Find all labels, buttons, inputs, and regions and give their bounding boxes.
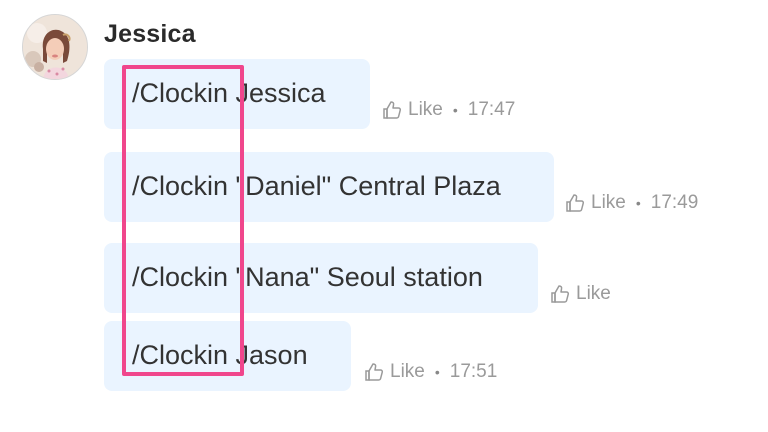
thumbs-up-icon [566,194,585,212]
message-meta: Like • 17:51 [364,361,497,383]
like-label: Like [390,361,425,382]
thumbs-up-icon [551,285,570,303]
like-button[interactable]: Like [565,192,636,214]
message-time: 17:47 [467,99,516,120]
message-meta: Like • 17:49 [565,192,698,214]
sender-avatar[interactable] [22,14,88,80]
command-highlight-box [122,65,244,376]
meta-separator: • [635,195,641,211]
thumbs-up-icon [365,363,384,381]
like-button[interactable]: Like [382,99,453,121]
message-meta: Like • 17:47 [382,99,515,121]
like-button[interactable]: Like [550,283,621,305]
like-label: Like [408,99,443,120]
message-time: 17:49 [650,192,699,213]
like-label: Like [591,192,626,213]
message-time: 17:51 [449,361,498,382]
sender-name: Jessica [104,20,196,48]
like-label: Like [576,283,611,304]
meta-separator: • [434,364,440,380]
like-button[interactable]: Like [364,361,435,383]
meta-separator: • [452,102,458,118]
message-meta: Like [550,283,621,305]
thumbs-up-icon [383,101,402,119]
